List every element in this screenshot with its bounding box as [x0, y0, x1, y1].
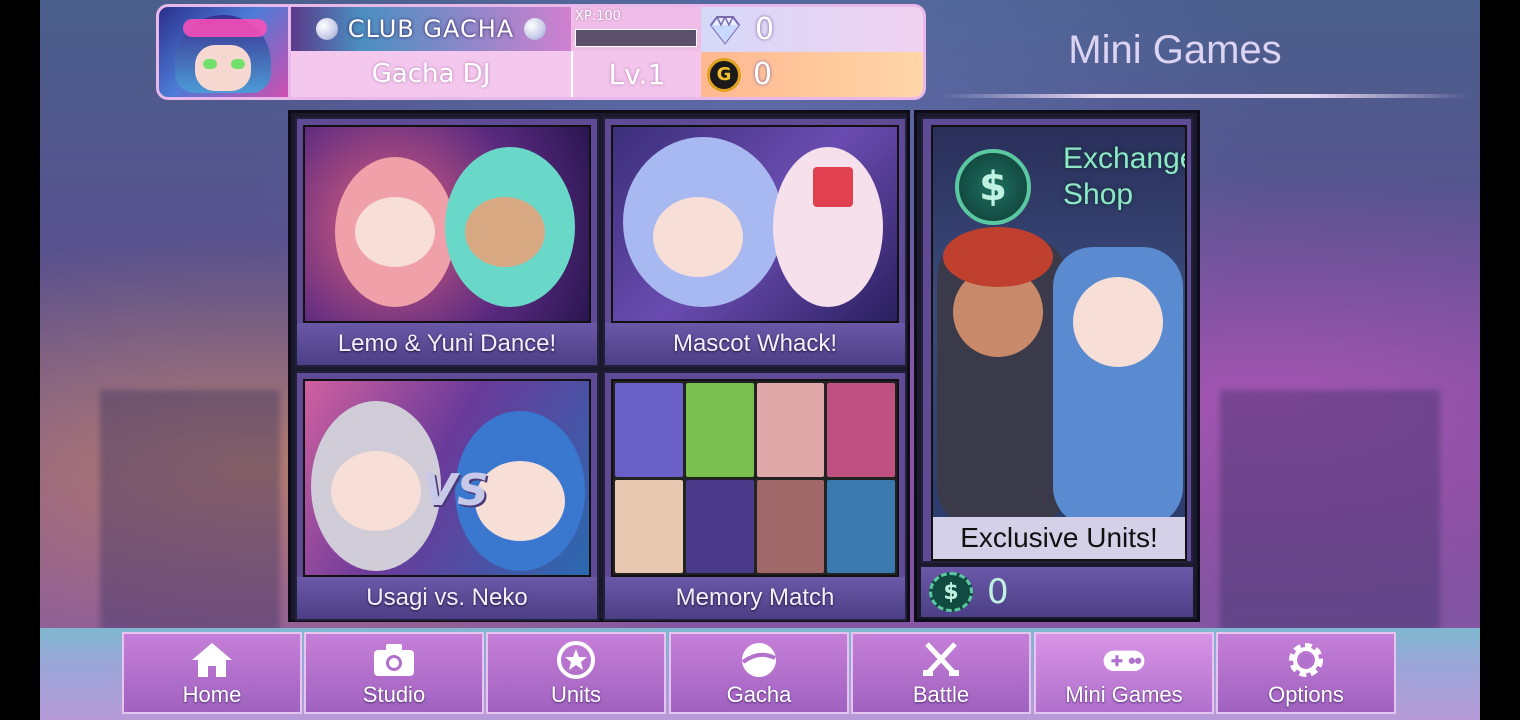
gamepad-icon	[1102, 640, 1146, 680]
game-title: Lemo & Yuni Dance!	[297, 323, 597, 365]
left-letterbox	[0, 0, 40, 720]
game-card-mascot-whack[interactable]: Mascot Whack!	[603, 117, 907, 367]
nav-options-button[interactable]: Options	[1216, 632, 1396, 714]
game-card-usagi-vs-neko[interactable]: VS Usagi vs. Neko	[295, 371, 599, 621]
nav-label: Studio	[362, 682, 426, 707]
club-orb-icon	[524, 18, 547, 40]
nav-home-button[interactable]: Home	[122, 632, 302, 714]
shop-title-line2: Shop	[1063, 178, 1134, 211]
gem-count: 0	[755, 12, 775, 47]
vs-text: VS	[423, 465, 489, 516]
game-card-memory-match[interactable]: Memory Match	[603, 371, 907, 621]
gear-icon	[1284, 640, 1328, 680]
nav-label: Mini Games	[1065, 682, 1183, 707]
game-thumbnail	[303, 125, 591, 323]
nav-label: Options	[1268, 682, 1344, 707]
gacha-ball-icon	[737, 640, 781, 680]
crossed-swords-icon	[919, 640, 963, 680]
player-avatar[interactable]	[159, 7, 291, 97]
game-thumbnail	[611, 125, 899, 323]
shop-subtitle: Exclusive Units!	[933, 517, 1185, 559]
game-title: Memory Match	[605, 577, 905, 619]
game-title: Usagi vs. Neko	[297, 577, 597, 619]
game-title: Mascot Whack!	[605, 323, 905, 365]
gold-counter[interactable]: G 0	[701, 52, 923, 97]
nav-label: Units	[550, 682, 602, 707]
star-icon	[554, 640, 598, 680]
shop-artwork: $ Exchange Shop Exclusive Units!	[931, 125, 1187, 561]
game-thumbnail	[611, 379, 899, 577]
nav-studio-button[interactable]: Studio	[304, 632, 484, 714]
nav-gacha-button[interactable]: Gacha	[669, 632, 849, 714]
gold-count: 0	[753, 57, 773, 92]
exchange-shop-panel: $ Exchange Shop Exclusive Units! $ 0	[914, 110, 1200, 622]
exchange-coin-icon: $	[929, 572, 973, 612]
camera-icon	[372, 640, 416, 680]
club-title: CLUB GACHA	[347, 15, 515, 43]
nav-mini-games-button[interactable]: Mini Games	[1034, 632, 1214, 714]
game-thumbnail: VS	[303, 379, 591, 577]
player-level: Lv.1	[571, 51, 701, 97]
exchange-currency-counter: $ 0	[921, 567, 1193, 617]
gold-coin-icon: G	[707, 57, 741, 92]
mini-games-grid: Lemo & Yuni Dance! Mascot Whack! VS Usag…	[288, 110, 910, 622]
dollar-coin-icon: $	[955, 149, 1031, 225]
title-divider	[940, 94, 1470, 98]
bottom-nav: Home Studio Units Gacha Battle Mini Game…	[40, 628, 1482, 720]
exchange-shop-button[interactable]: $ Exchange Shop Exclusive Units!	[921, 117, 1193, 563]
club-orb-icon	[315, 18, 338, 40]
diamond-icon	[707, 14, 743, 45]
right-letterbox	[1480, 0, 1520, 720]
page-title: Mini Games	[1068, 28, 1282, 72]
nav-label: Gacha	[726, 682, 792, 707]
nav-label: Home	[182, 682, 242, 707]
nav-units-button[interactable]: Units	[486, 632, 666, 714]
nav-battle-button[interactable]: Battle	[851, 632, 1031, 714]
xp-label: XP:100	[575, 9, 621, 24]
player-info-panel[interactable]: CLUB GACHA Gacha DJ XP:100 Lv.1 0 G 0	[156, 4, 926, 100]
xp-box: XP:100	[571, 7, 701, 51]
mini-games-screen: CLUB GACHA Gacha DJ XP:100 Lv.1 0 G 0 Mi…	[40, 0, 1482, 720]
background-building	[1220, 390, 1440, 630]
game-card-lemo-yuni-dance[interactable]: Lemo & Yuni Dance!	[295, 117, 599, 367]
nav-label: Battle	[912, 682, 970, 707]
gem-counter[interactable]: 0	[701, 7, 923, 52]
player-name: Gacha DJ	[291, 51, 571, 97]
shop-title-line1: Exchange	[1063, 142, 1187, 175]
background-building	[100, 390, 280, 630]
home-icon	[190, 640, 234, 680]
shop-title: Exchange Shop	[1063, 141, 1187, 213]
xp-progress-bar	[575, 29, 697, 47]
exchange-balance: 0	[987, 572, 1009, 612]
club-banner: CLUB GACHA	[291, 7, 571, 51]
